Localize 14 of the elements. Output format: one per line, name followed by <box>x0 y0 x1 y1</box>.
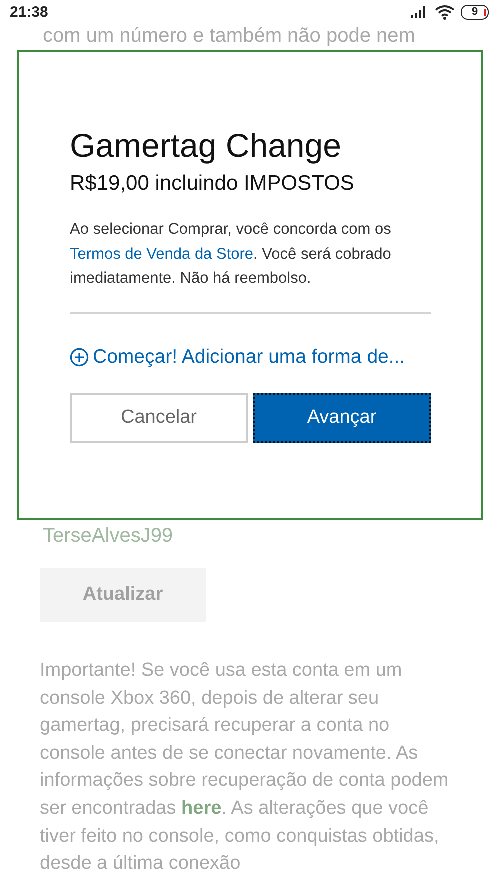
note-text: Importante! Se você usa esta conta em um console Xbox 360, depois de alterar seu gamertag, precisará recuperar a conta no console antes de se conectar novamente. As informações sobre recuperação de conta podem ser encontradas here. As alterações que você tiver feito no console, como conquistas obtidas, desde a última conexão <box>40 659 450 876</box>
cancel-button[interactable]: Cancelar <box>70 392 248 442</box>
status-time: 21:38 <box>10 4 48 20</box>
next-button[interactable]: Avançar <box>253 392 431 442</box>
battery-icon: 9 <box>461 4 489 20</box>
price-text: R$19,00 incluindo IMPOSTOS <box>70 172 356 196</box>
gamertag-text: TerseAlvesJ99 <box>43 525 174 548</box>
terms-link[interactable]: Termos de Venda da Store <box>70 246 254 262</box>
body-text: com um número e também não pode nem <box>42 24 416 49</box>
wifi-icon <box>435 4 455 20</box>
terms-text: Ao selecionar Comprar, você concorda com os Termos de Venda da Store. Você será cobrado imediatamente. Não há reembolso. <box>70 220 392 289</box>
add-payment-link[interactable]: Começar! Adicionar uma forma de... <box>70 346 406 368</box>
plus-circle-icon <box>70 348 89 366</box>
dialog-title: Gamertag Change <box>70 126 342 166</box>
